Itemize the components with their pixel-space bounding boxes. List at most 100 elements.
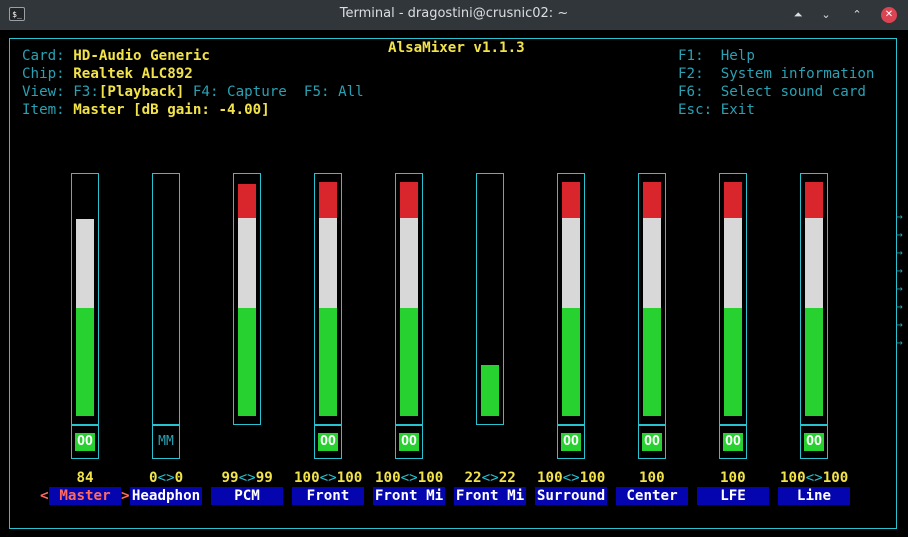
key-exit[interactable]: Esc: Exit — [678, 101, 755, 119]
channel-name[interactable]: Front Mi — [454, 487, 526, 505]
volume-bar[interactable] — [476, 173, 504, 425]
level-white-segment — [805, 218, 823, 308]
value-left: 100 — [375, 470, 401, 486]
value-left: 100 — [780, 470, 806, 486]
scroll-right-arrow-icon[interactable]: → — [896, 262, 906, 280]
scroll-right-arrow-icon[interactable]: → — [896, 280, 906, 298]
volume-bar[interactable] — [638, 173, 666, 425]
view-capture[interactable]: F4: Capture — [193, 84, 287, 100]
unmuted-switch[interactable]: OO — [804, 433, 824, 451]
channel-name[interactable]: Master — [49, 487, 121, 505]
mute-switch-frame[interactable]: OO — [638, 425, 666, 459]
scroll-right-arrow-icon[interactable]: → — [896, 244, 906, 262]
channel-name[interactable]: LFE — [697, 487, 769, 505]
unmuted-switch[interactable]: OO — [561, 433, 581, 451]
view-all[interactable]: F5: All — [304, 84, 364, 100]
volume-bar[interactable] — [152, 173, 180, 425]
terminal-area[interactable]: AlsaMixer v1.1.3 Card: HD-Audio Generic … — [0, 30, 908, 537]
volume-bar[interactable] — [395, 173, 423, 425]
channel-name[interactable]: Headphon — [130, 487, 202, 505]
minimize-button[interactable]: ⌄ — [818, 7, 834, 23]
mute-switch-frame[interactable]: OO — [557, 425, 585, 459]
volume-bar[interactable] — [314, 173, 342, 425]
keep-above-button[interactable]: ⏶ — [790, 7, 806, 23]
key-esc: Esc: — [678, 102, 713, 118]
value-separator: <> — [319, 470, 337, 486]
level-white-segment — [238, 218, 256, 308]
view-playback[interactable]: [Playback] — [99, 84, 184, 100]
scroll-right-arrow-icon[interactable]: → — [896, 208, 906, 226]
title-bar[interactable]: $_ Terminal - dragostini@crusnic02: ~ ⏶ … — [0, 0, 908, 30]
value-right: 100 — [579, 470, 606, 486]
unmuted-switch[interactable]: OO — [642, 433, 662, 451]
unmuted-switch[interactable]: OO — [75, 433, 95, 451]
mute-switch-frame[interactable]: OO — [719, 425, 747, 459]
card-value: HD-Audio Generic — [73, 48, 210, 64]
level-white-segment — [643, 218, 661, 308]
value-left: 100 — [294, 470, 320, 486]
alsamixer-frame: AlsaMixer v1.1.3 Card: HD-Audio Generic … — [9, 38, 897, 529]
app-title: AlsaMixer v1.1.3 — [382, 39, 531, 57]
scroll-right-arrow-icon[interactable]: → — [896, 316, 906, 334]
key-system-info[interactable]: F2: System information — [678, 65, 874, 83]
channel-value: 0<>0 — [149, 469, 183, 487]
volume-bar[interactable] — [71, 173, 99, 425]
level-green-segment — [562, 308, 580, 416]
channel-value: 100<>100 — [294, 469, 362, 487]
channel-name[interactable]: Center — [616, 487, 688, 505]
level-red-segment — [724, 182, 742, 218]
level-green-segment — [319, 308, 337, 416]
volume-bar[interactable] — [233, 173, 261, 425]
close-button[interactable]: ✕ — [881, 7, 897, 23]
level-red-segment — [562, 182, 580, 218]
mute-switch-frame[interactable]: MM — [152, 425, 180, 459]
level-red-segment — [400, 182, 418, 218]
key-f1: F1: — [678, 48, 704, 64]
value-separator: <> — [481, 470, 499, 486]
key-help-action: Help — [720, 48, 755, 64]
level-red-segment — [805, 182, 823, 218]
scroll-right-arrow-icon[interactable]: → — [896, 298, 906, 316]
maximize-button[interactable]: ⌃ — [849, 7, 865, 23]
value-separator: <> — [805, 470, 823, 486]
mute-switch-frame[interactable]: OO — [395, 425, 423, 459]
unmuted-switch[interactable]: OO — [399, 433, 419, 451]
unmuted-switch[interactable]: OO — [318, 433, 338, 451]
value-left: 22 — [464, 470, 482, 486]
card-row: Card: HD-Audio Generic — [22, 47, 210, 65]
channel-name[interactable]: Line — [778, 487, 850, 505]
volume-bar[interactable] — [557, 173, 585, 425]
scroll-right-arrow-icon[interactable]: → — [896, 334, 906, 352]
value-separator: <> — [562, 470, 580, 486]
level-white-segment — [724, 218, 742, 308]
view-f3-key[interactable]: F3: — [73, 84, 99, 100]
muted-switch[interactable]: MM — [156, 433, 176, 451]
chip-value: Realtek ALC892 — [73, 66, 193, 82]
level-white-segment — [319, 218, 337, 308]
value-left: 0 — [149, 470, 158, 486]
value-right: 100 — [417, 470, 444, 486]
channel-name[interactable]: Surround — [535, 487, 607, 505]
value-right: 0 — [174, 470, 184, 486]
value-separator: <> — [157, 470, 175, 486]
level-white-segment — [400, 218, 418, 308]
level-green-segment — [724, 308, 742, 416]
key-select-card[interactable]: F6: Select sound card — [678, 83, 866, 101]
volume-bar[interactable] — [719, 173, 747, 425]
channel-value: 100<>100 — [375, 469, 443, 487]
channel-value: 100<>100 — [780, 469, 848, 487]
chip-row: Chip: Realtek ALC892 — [22, 65, 193, 83]
scroll-right-arrow-icon[interactable]: → — [896, 226, 906, 244]
card-label: Card: — [22, 48, 65, 64]
key-help[interactable]: F1: Help — [678, 47, 755, 65]
channel-name[interactable]: PCM — [211, 487, 283, 505]
unmuted-switch[interactable]: OO — [723, 433, 743, 451]
level-white-segment — [76, 219, 94, 308]
mute-switch-frame[interactable]: OO — [314, 425, 342, 459]
channel-name[interactable]: Front Mi — [373, 487, 445, 505]
level-red-segment — [238, 184, 256, 218]
mute-switch-frame[interactable]: OO — [71, 425, 99, 459]
mute-switch-frame[interactable]: OO — [800, 425, 828, 459]
channel-name[interactable]: Front — [292, 487, 364, 505]
volume-bar[interactable] — [800, 173, 828, 425]
